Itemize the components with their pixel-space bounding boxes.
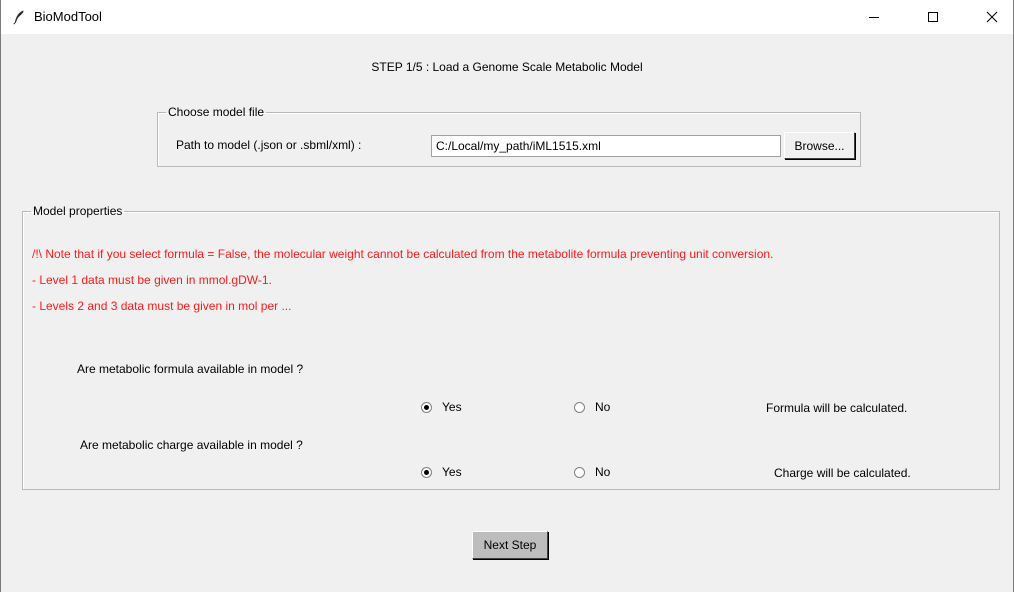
warning-level1: - Level 1 data must be given in mmol.gDW… [32, 273, 272, 287]
charge-no-radio[interactable]: No [574, 465, 610, 479]
formula-status: Formula will be calculated. [766, 401, 908, 415]
formula-no-label: No [595, 400, 611, 414]
maximize-button[interactable] [910, 0, 956, 34]
window-title: BioModTool [34, 9, 102, 24]
radio-unselected-icon [574, 401, 585, 413]
close-icon [986, 11, 998, 23]
close-button[interactable] [969, 0, 1014, 34]
path-label: Path to model (.json or .sbml/xml) : [176, 138, 362, 152]
radio-selected-icon [421, 466, 432, 478]
main-content: STEP 1/5 : Load a Genome Scale Metabolic… [1, 34, 1013, 592]
model-path-input[interactable]: C:/Local/my_path/iML1515.xml [431, 135, 781, 157]
feather-icon [13, 10, 24, 25]
maximize-icon [928, 12, 938, 22]
minimize-icon [869, 17, 879, 18]
model-properties-legend: Model properties [33, 204, 123, 218]
step-title: STEP 1/5 : Load a Genome Scale Metabolic… [371, 60, 643, 74]
formula-no-radio[interactable]: No [574, 400, 610, 414]
next-step-button[interactable]: Next Step [472, 531, 548, 559]
warning-level2-3: - Levels 2 and 3 data must be given in m… [32, 299, 292, 313]
charge-yes-label: Yes [442, 465, 462, 479]
charge-status: Charge will be calculated. [774, 466, 911, 480]
formula-yes-label: Yes [442, 400, 462, 414]
app-window: BioModTool STEP 1/5 : Load a Genome Scal… [0, 0, 1014, 592]
radio-selected-icon [421, 401, 432, 413]
charge-question: Are metabolic charge available in model … [80, 438, 303, 452]
minimize-button[interactable] [851, 0, 897, 34]
formula-question: Are metabolic formula available in model… [77, 362, 304, 376]
radio-unselected-icon [574, 466, 585, 478]
model-file-group-legend: Choose model file [168, 105, 265, 119]
charge-yes-radio[interactable]: Yes [421, 465, 462, 479]
warning-note: /!\ Note that if you select formula = Fa… [32, 247, 774, 261]
title-bar: BioModTool [1, 0, 1013, 34]
formula-yes-radio[interactable]: Yes [421, 400, 462, 414]
browse-button[interactable]: Browse... [784, 132, 855, 159]
charge-no-label: No [595, 465, 611, 479]
